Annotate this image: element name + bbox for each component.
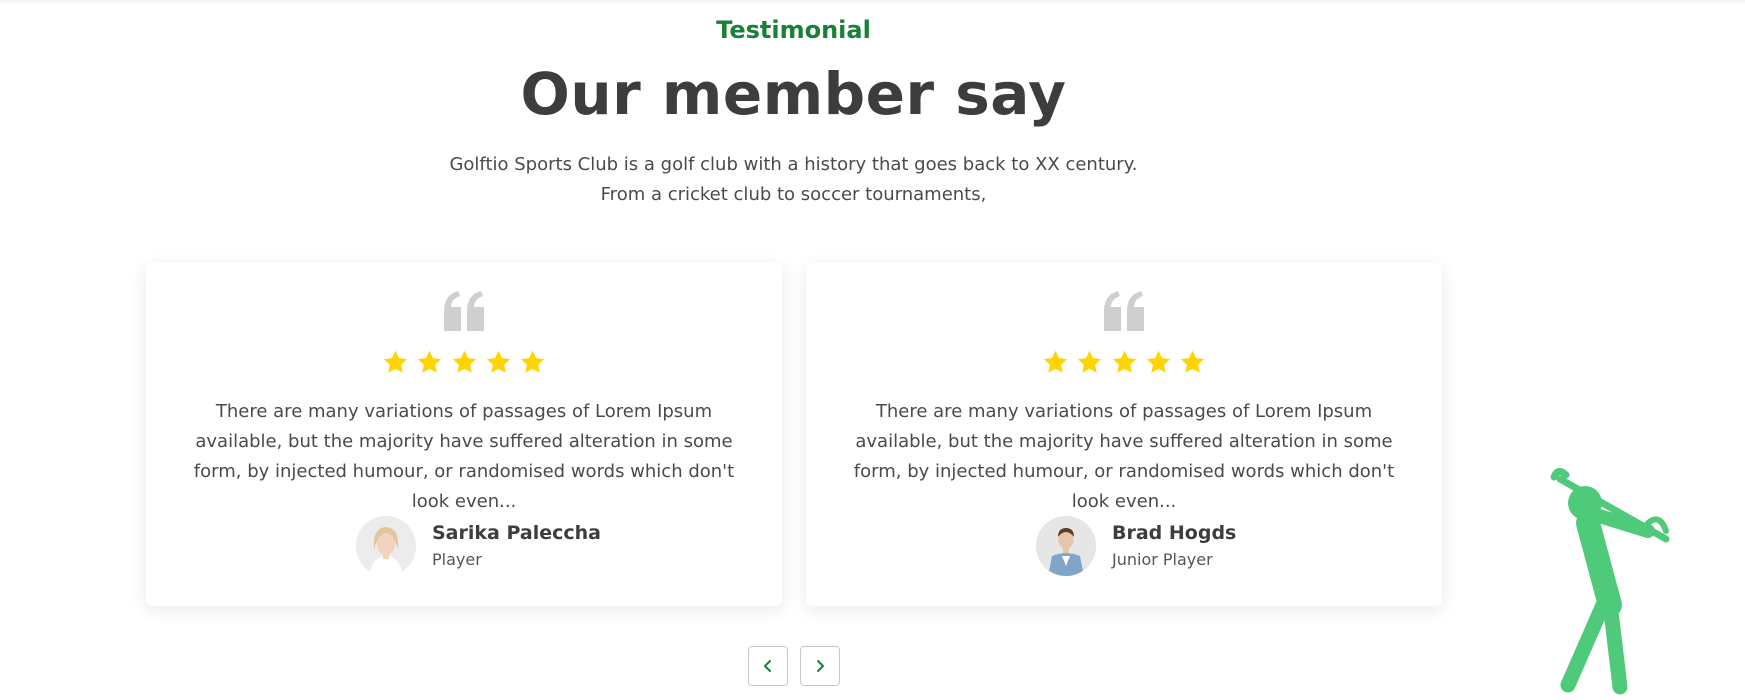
star-icon [1146, 350, 1170, 373]
prev-slide-button[interactable] [748, 646, 788, 686]
section-eyebrow: Testimonial [716, 16, 871, 44]
star-icon [384, 350, 408, 373]
star-icon [418, 350, 442, 373]
section-title: Our member say [520, 60, 1067, 128]
author-name: Brad Hogds [1112, 522, 1237, 544]
star-icon [1044, 350, 1068, 373]
star-rating [146, 349, 782, 379]
avatar [1036, 516, 1096, 576]
golfer-icon [1550, 468, 1670, 695]
chevron-left-icon [764, 660, 771, 672]
section-subtitle: Golftio Sports Club is a golf club with … [449, 154, 1138, 205]
testimonial-card: There are many variations of passages of… [146, 263, 782, 606]
star-icon [1180, 350, 1204, 373]
testimonial-card: There are many variations of passages of… [806, 263, 1442, 606]
author-role: Junior Player [1112, 550, 1213, 569]
quote-icon [146, 291, 782, 335]
testimonial-text: There are many variations of passages of… [853, 401, 1395, 512]
star-rating [806, 349, 1442, 379]
avatar [356, 516, 416, 576]
star-icon [1078, 350, 1102, 373]
star-icon [1112, 350, 1136, 373]
chevron-right-icon [817, 660, 824, 672]
top-divider [0, 0, 1745, 4]
star-icon [486, 350, 510, 373]
next-slide-button[interactable] [800, 646, 840, 686]
star-icon [452, 350, 476, 373]
star-icon [520, 350, 544, 373]
author-name: Sarika Paleccha [432, 522, 601, 544]
author-role: Player [432, 550, 482, 569]
quote-icon [806, 291, 1442, 335]
testimonial-text: There are many variations of passages of… [193, 401, 735, 512]
